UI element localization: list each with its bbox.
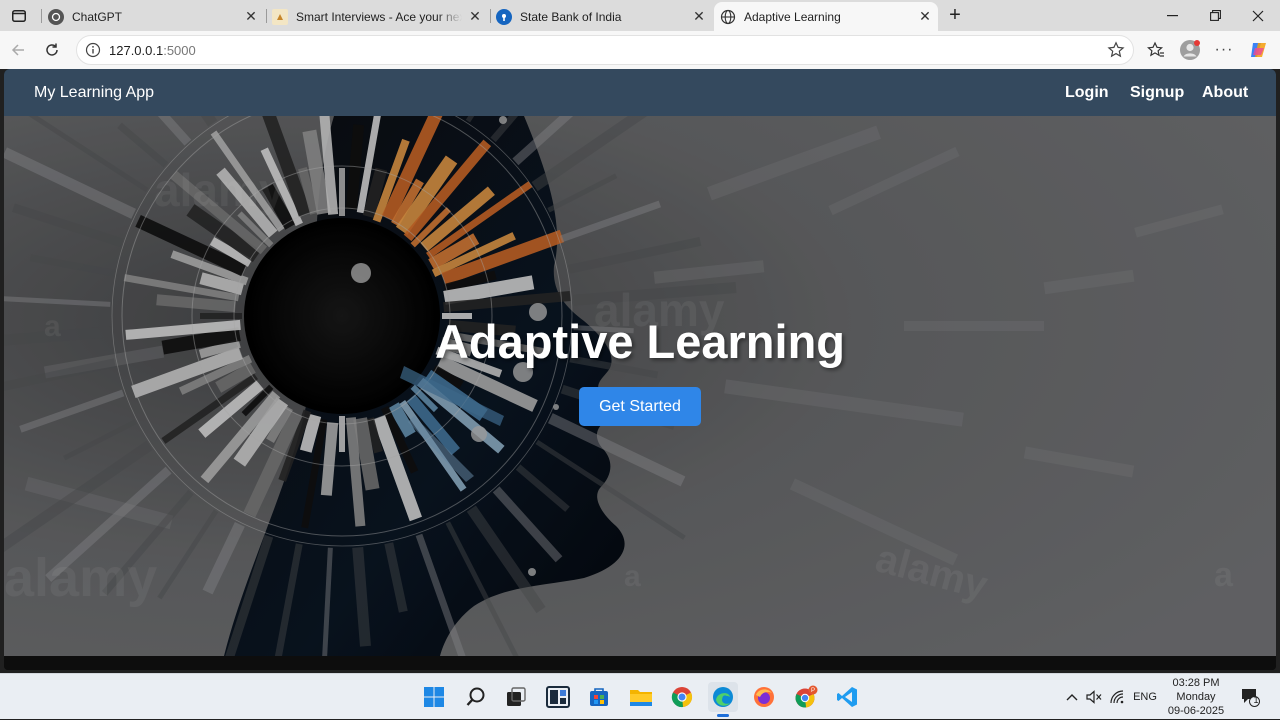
favorite-star-icon[interactable] — [1107, 41, 1125, 59]
vscode-icon[interactable] — [832, 682, 862, 712]
tab-smart-interviews[interactable]: Smart Interviews - Ace your next ✕ — [266, 2, 488, 31]
copilot-icon[interactable] — [1245, 36, 1273, 64]
volume-muted-icon[interactable] — [1084, 674, 1104, 720]
tab-adaptive-learning[interactable]: Adaptive Learning ✕ — [714, 2, 938, 31]
brand-logo[interactable]: My Learning App — [34, 69, 154, 116]
tab-state-bank[interactable]: State Bank of India ✕ — [490, 2, 712, 31]
back-icon[interactable] — [4, 36, 32, 64]
site-navbar: My Learning App Login Signup About — [4, 69, 1276, 116]
tab-actions-icon[interactable] — [6, 0, 32, 31]
url-port: :5000 — [163, 42, 196, 58]
close-tab-icon[interactable]: ✕ — [462, 4, 488, 30]
more-menu-icon[interactable]: ··· — [1210, 36, 1238, 64]
profile-avatar[interactable] — [1176, 36, 1204, 64]
tab-title: Smart Interviews - Ace your next — [296, 9, 462, 24]
task-view-icon[interactable] — [501, 682, 531, 712]
smart-interviews-icon — [272, 8, 288, 25]
url-host: 127.0.0.1 — [109, 42, 164, 58]
close-tab-icon[interactable]: ✕ — [686, 4, 712, 30]
page-viewport: My Learning App Login Signup About alamy… — [4, 69, 1276, 670]
tab-chatgpt[interactable]: ChatGPT ✕ — [42, 2, 264, 31]
close-tab-icon[interactable]: ✕ — [912, 4, 938, 30]
get-started-button[interactable]: Get Started — [579, 387, 701, 426]
nav-about-link[interactable]: About — [1202, 69, 1248, 116]
clock-date: 09-06-2025 — [1167, 705, 1225, 717]
firefox-icon[interactable] — [749, 682, 779, 712]
tab-title: ChatGPT — [72, 9, 123, 24]
favorites-icon[interactable] — [1142, 36, 1170, 64]
windows-start-icon[interactable] — [419, 682, 449, 712]
nav-signup-link[interactable]: Signup — [1130, 69, 1184, 116]
site-info-icon[interactable] — [85, 42, 101, 58]
close-tab-icon[interactable]: ✕ — [238, 4, 264, 30]
clock[interactable]: 03:28 PM Monday 09-06-2025 — [1162, 676, 1230, 718]
file-explorer-icon[interactable] — [626, 682, 656, 712]
store-icon[interactable] — [584, 682, 614, 712]
new-tab-icon[interactable]: + — [942, 0, 968, 31]
nav-login-link[interactable]: Login — [1065, 69, 1109, 116]
restore-icon[interactable] — [1193, 0, 1237, 31]
refresh-icon[interactable] — [38, 36, 66, 64]
hero-title: Adaptive Learning — [434, 315, 845, 368]
language-indicator[interactable]: ENG — [1130, 674, 1160, 720]
tab-strip: ChatGPT ✕ Smart Interviews - Ace your ne… — [0, 0, 1280, 31]
tab-title: Adaptive Learning — [744, 9, 841, 24]
chrome-profile-icon[interactable]: P — [791, 682, 821, 712]
globe-icon — [720, 9, 736, 25]
chatgpt-icon — [48, 8, 64, 25]
svg-text:P: P — [811, 688, 815, 694]
notification-center-icon[interactable]: 1 — [1236, 674, 1264, 720]
hero-section: alamy alamy alamy alamy a a a Adaptive L… — [4, 116, 1276, 656]
notification-count: 1 — [1253, 695, 1259, 705]
minimize-icon[interactable] — [1150, 0, 1194, 31]
edge-icon[interactable] — [708, 682, 738, 717]
search-icon[interactable] — [461, 682, 491, 712]
address-bar[interactable]: 127.0.0.1:5000 — [76, 35, 1134, 65]
clock-time: 03:28 PM — [1172, 677, 1220, 689]
tab-title: State Bank of India — [520, 9, 622, 24]
hero-background-image: alamy alamy alamy alamy a a a — [4, 116, 1276, 656]
show-hidden-icons[interactable] — [1062, 674, 1082, 720]
clock-day: Monday — [1176, 691, 1216, 703]
browser-toolbar: 127.0.0.1:5000 ··· — [0, 31, 1280, 69]
widgets-icon[interactable] — [543, 682, 573, 712]
close-window-icon[interactable] — [1236, 0, 1280, 31]
network-icon[interactable] — [1108, 674, 1128, 720]
page-bottom-bar — [4, 656, 1276, 670]
windows-taskbar: P ENG 03:28 PM Monday 09-06-2025 1 — [0, 673, 1280, 719]
url-text[interactable]: 127.0.0.1:5000 — [109, 43, 196, 58]
sbi-icon — [496, 8, 512, 25]
chrome-icon[interactable] — [667, 682, 697, 712]
